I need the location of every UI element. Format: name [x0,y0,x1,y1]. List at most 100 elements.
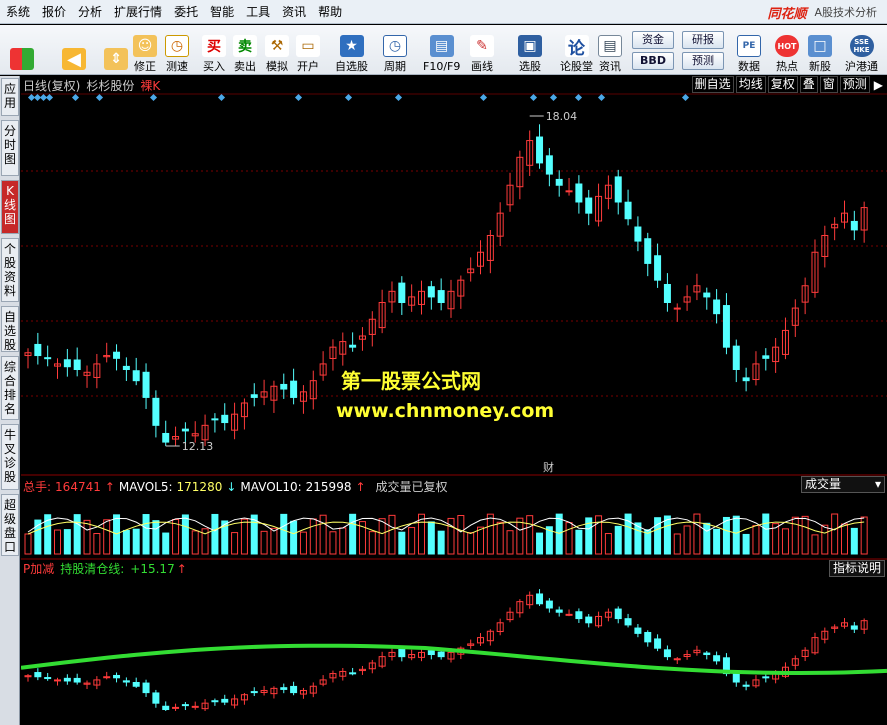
chart-button-1[interactable]: 均线 [735,76,766,93]
event-marker-icon [344,93,353,102]
volume-note: 成交量已复权 [375,480,448,494]
bbd-button[interactable]: BBD [632,52,674,70]
research-button[interactable]: 研报 [682,31,724,49]
volume-bar [54,529,62,555]
speed-button[interactable]: ◷ 测速 [165,27,189,73]
volume-bar [152,520,160,555]
candle-body [63,359,71,368]
volume-bar [280,513,288,555]
candle-body [290,380,298,398]
chart-button-5[interactable]: 预测 [839,76,870,93]
candle-body [44,357,52,360]
candle-body [722,305,730,348]
windows-grid-button[interactable] [10,27,34,73]
sell-button[interactable]: 卖卖出 [233,27,257,73]
stock-select-label: 选股 [519,60,541,73]
menu-item-2[interactable]: 分析 [72,0,108,24]
menu-item-6[interactable]: 工具 [240,0,276,24]
volume-bar [181,514,189,555]
volume-bar [132,528,140,555]
indicator-body [536,593,544,605]
news-label: 资讯 [599,60,621,73]
indicator-dropdown-value: 成交量 [805,477,842,491]
volume-bar [231,532,239,555]
menu-item-3[interactable]: 扩展行情 [108,0,168,24]
left-tab-1[interactable]: 分时图 [1,120,19,176]
grid-icon [10,48,34,70]
left-tab-4[interactable]: 自选股 [1,306,19,352]
chart-button-4[interactable]: 窗 [819,76,838,93]
finance-marker[interactable]: 财 [543,459,554,475]
chart-button-2[interactable]: 复权 [767,76,798,93]
shhk-button[interactable]: SSE HKE 沪港通 [845,27,878,73]
volume-bar [467,532,475,555]
fix-button[interactable]: ☺ 修正 [133,27,157,73]
watchlist-button[interactable]: ★ 自选股 [335,27,368,73]
left-tab-2[interactable]: K线图 [1,180,19,234]
menu-item-8[interactable]: 帮助 [312,0,348,24]
hot-button[interactable]: HOT 热点 [775,27,799,73]
event-marker-icon [479,93,488,102]
fund-button[interactable]: 资金 [632,31,674,49]
indicator-body [427,650,435,656]
candle-body [437,290,445,303]
kline-mode: 裸K [140,79,161,93]
volume-bar [211,513,219,555]
indicator-body [713,655,721,662]
menu-item-0[interactable]: 系统 [0,0,36,24]
indicator-body [191,705,199,708]
forum-button[interactable]: 论论股堂 [560,27,593,73]
volume-value: 164741 [55,479,101,494]
volume-bar [801,515,809,555]
indicator-help-button[interactable]: 指标说明 [828,560,885,577]
open-account-button[interactable]: ▭ 开户 [296,27,320,73]
volume-bar [673,533,681,555]
candle-body [73,359,81,371]
menu-item-1[interactable]: 报价 [36,0,72,24]
left-tab-7[interactable]: 超级盘口 [1,494,19,556]
left-tab-3[interactable]: 个股资料 [1,238,19,302]
indicator-body [221,698,229,703]
forecast-button[interactable]: 预测 [682,52,724,70]
chart-button-3[interactable]: 叠 [799,76,818,93]
buy-button[interactable]: 买买入 [202,27,226,73]
news-button[interactable]: ▤ 资讯 [598,27,622,73]
triangle-right-icon[interactable]: ▶ [872,78,885,92]
sell-label: 卖出 [234,60,256,73]
candle-body [545,155,553,175]
period-label: 周期 [384,60,406,73]
f10-button[interactable]: ▤ F10/F9 [423,27,460,73]
stock-select-button[interactable]: ▣ 选股 [518,27,542,73]
shhk-icon: SSE HKE [849,35,874,57]
indicator-name: P加减 [23,562,55,576]
simulate-button[interactable]: ⚒ 模拟 [265,27,289,73]
left-tab-5[interactable]: 综合排名 [1,356,19,420]
volume-bar [408,527,416,555]
up-down-button[interactable]: ⇕ [104,27,128,73]
indicator-body [152,692,160,704]
chart-button-0[interactable]: 删自选 [691,76,734,93]
menu-item-7[interactable]: 资讯 [276,0,312,24]
period-button[interactable]: ◷ 周期 [383,27,407,73]
fix-label: 修正 [134,60,156,73]
left-tab-0[interactable]: 应用 [1,78,19,116]
toolbar: ◀ ⇕ ☺ 修正 ◷ 测速 买买入 卖卖出 ⚒ 模拟 ▭ 开户 ★ 自选股 ◷ 周期 ▤ F1… [0,25,887,75]
ipo-button[interactable]: □ 新股 [808,27,832,73]
f10-label: F10/F9 [423,60,461,73]
indicator-body [437,651,445,658]
forum-label: 论股堂 [560,60,593,73]
indicator-body [742,684,750,687]
back-button[interactable]: ◀ [62,27,86,73]
draw-line-button[interactable]: ✎ 画线 [470,27,494,73]
menu-item-4[interactable]: 委托 [168,0,204,24]
volume-bar [368,531,376,555]
volume-bar [378,518,386,555]
indicator-body [555,609,563,613]
volume-bar [388,514,396,555]
data-button[interactable]: PE 数据 [737,27,761,73]
indicator-dropdown[interactable]: 成交量 ▾ [801,476,885,493]
indicator-body [280,687,288,690]
menu-item-5[interactable]: 智能 [204,0,240,24]
left-tab-6[interactable]: 牛叉诊股 [1,424,19,490]
volume-bar [24,533,32,555]
